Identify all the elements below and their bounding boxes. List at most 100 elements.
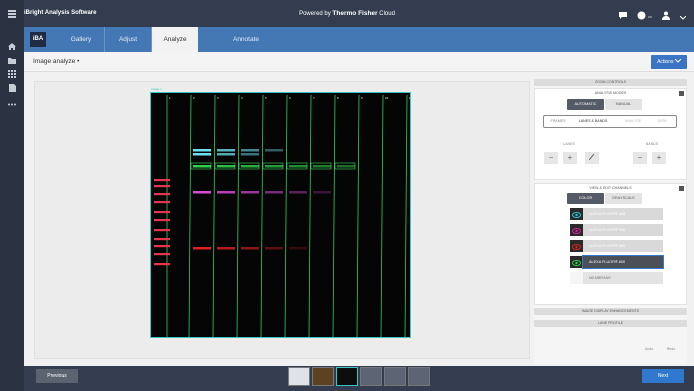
manual-button[interactable]: MANUAL	[605, 99, 642, 110]
lane-line[interactable]	[404, 94, 408, 338]
band[interactable]	[193, 247, 211, 250]
home-icon[interactable]	[0, 37, 24, 50]
tab-adjust[interactable]: Adjust	[105, 27, 151, 52]
thumbnail[interactable]	[384, 367, 406, 386]
band[interactable]	[193, 153, 211, 156]
add-lane-button[interactable]: +	[563, 152, 577, 164]
eye-icon[interactable]	[570, 256, 583, 268]
previous-button[interactable]: Previous	[36, 369, 78, 383]
subtab-frames[interactable]: FRAMES	[546, 119, 570, 123]
band[interactable]	[217, 247, 235, 250]
band[interactable]	[217, 153, 235, 156]
remove-lane-button[interactable]: −	[544, 152, 558, 164]
lane-line[interactable]	[212, 94, 216, 338]
ladder-band	[154, 219, 170, 222]
band[interactable]	[217, 149, 235, 152]
thumbnail[interactable]	[336, 367, 358, 386]
undo-button[interactable]: Undo	[642, 347, 656, 351]
channel-item[interactable]: ALEXA FLUOR® 488	[583, 208, 663, 220]
eye-icon[interactable]	[570, 208, 583, 220]
ladder-band	[154, 179, 170, 182]
band[interactable]	[265, 149, 283, 152]
gel-image[interactable]: Image 1 1 2 3 4 5 6 7 8 9 10 11	[150, 87, 412, 338]
subtab-lanes-bands[interactable]: LANES & BANDS	[572, 119, 614, 123]
draw-lane-button[interactable]	[585, 152, 599, 164]
channel-item[interactable]: ALEXA FLUOR® 546	[583, 224, 663, 236]
tab-gallery[interactable]: Gallery	[58, 27, 104, 52]
band[interactable]	[193, 191, 211, 194]
lane-line[interactable]	[236, 94, 240, 338]
lane-number: 1	[169, 96, 171, 100]
band[interactable]	[193, 149, 211, 152]
band[interactable]	[289, 247, 307, 250]
channel-item[interactable]: MEMBRANE	[583, 272, 663, 284]
band[interactable]	[217, 165, 235, 168]
thumbnail[interactable]	[360, 367, 382, 386]
globe-icon[interactable]	[637, 7, 646, 25]
lane-line[interactable]	[356, 94, 360, 338]
bottom-bar: Previous Next	[24, 366, 694, 391]
next-button[interactable]: Next	[642, 369, 684, 383]
actions-button[interactable]: Actions	[651, 55, 687, 69]
band[interactable]	[217, 191, 235, 194]
user-icon[interactable]	[661, 7, 671, 25]
left-rail	[0, 27, 24, 391]
grayscale-button[interactable]: GRAYSCALE	[605, 193, 642, 204]
eye-icon[interactable]	[570, 240, 583, 252]
band[interactable]	[241, 153, 259, 156]
subtab-data[interactable]: DATA	[650, 119, 674, 123]
document-icon[interactable]	[0, 79, 24, 92]
band[interactable]	[241, 247, 259, 250]
subtab-analyse[interactable]: ANALYSE	[618, 119, 648, 123]
channel-item[interactable]: ALEXA FLUOR® 800	[582, 255, 664, 269]
band[interactable]	[265, 165, 283, 168]
tab-annotate[interactable]: Annotate	[221, 27, 271, 52]
lane-line[interactable]	[188, 94, 192, 338]
band[interactable]	[265, 191, 283, 194]
lane-profile-header[interactable]: LANE PROFILE	[534, 320, 687, 327]
band[interactable]	[289, 191, 307, 194]
band[interactable]	[313, 191, 331, 194]
lane-number: 7	[313, 96, 315, 100]
add-band-button[interactable]: +	[652, 152, 666, 164]
band[interactable]	[313, 165, 331, 168]
lane-line[interactable]	[308, 94, 312, 338]
channel-item[interactable]: ALEXA FLUOR® 680	[583, 240, 663, 252]
thumbnail[interactable]	[288, 367, 310, 386]
chevron-down-icon[interactable]	[679, 7, 687, 25]
band[interactable]	[241, 165, 259, 168]
band[interactable]	[193, 165, 211, 168]
menu-icon[interactable]	[0, 0, 24, 27]
band[interactable]	[289, 165, 307, 168]
lane-line[interactable]	[380, 94, 384, 338]
band[interactable]	[241, 149, 259, 152]
eye-icon[interactable]	[570, 224, 583, 236]
thumbnail[interactable]	[408, 367, 430, 386]
lane-line[interactable]	[260, 94, 264, 338]
ladder-band	[154, 211, 170, 214]
tab-analyze[interactable]: Analyze	[152, 27, 198, 52]
remove-band-button[interactable]: −	[633, 152, 647, 164]
grid-icon[interactable]	[0, 65, 24, 78]
band[interactable]	[337, 165, 355, 168]
collapse-icon[interactable]	[679, 91, 684, 96]
folder-icon[interactable]	[0, 51, 24, 64]
more-icon[interactable]	[0, 93, 24, 106]
band[interactable]	[241, 191, 259, 194]
redo-button[interactable]: Redo	[664, 347, 678, 351]
color-button[interactable]: COLOR	[567, 193, 604, 204]
ladder-band	[154, 245, 170, 248]
band[interactable]	[265, 247, 283, 250]
lane-number: 2	[193, 96, 195, 100]
lane-number: 5	[265, 96, 267, 100]
chat-icon[interactable]	[618, 7, 628, 25]
lane-line[interactable]	[332, 94, 336, 338]
app-logo: iBA	[30, 32, 46, 47]
lane-line[interactable]	[284, 94, 288, 338]
thumbnail[interactable]	[312, 367, 334, 386]
zoom-controls-header[interactable]: ZOOM CONTROLS	[534, 79, 687, 86]
image-display-header[interactable]: IMAGE DISPLAY ENHANCEMENTS	[534, 308, 687, 315]
collapse-icon[interactable]	[679, 186, 684, 191]
automatic-button[interactable]: AUTOMATIC	[567, 99, 604, 110]
eye-icon[interactable]	[570, 272, 583, 284]
